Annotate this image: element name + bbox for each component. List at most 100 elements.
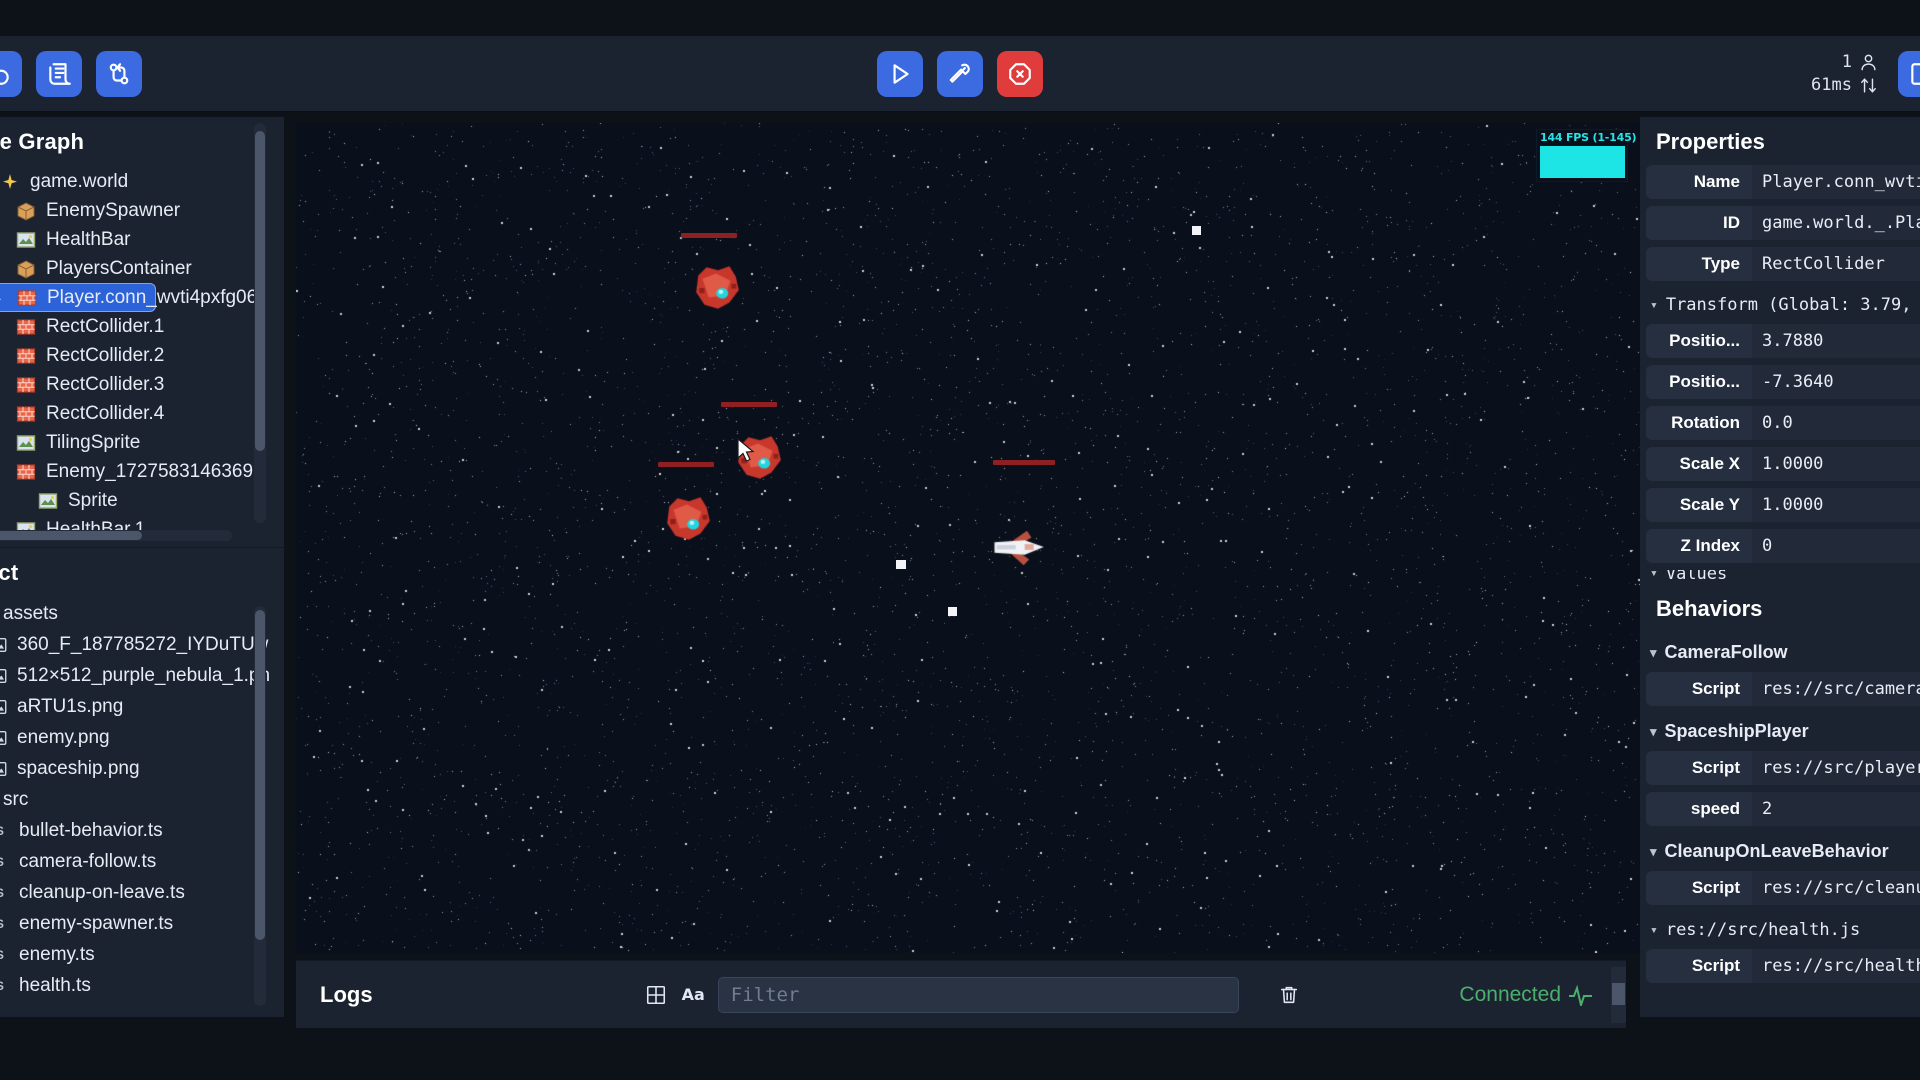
behavior-group-header[interactable]: ▾ SpaceshipPlayer: [1640, 713, 1920, 751]
scene-node[interactable]: RectCollider.3: [0, 370, 284, 399]
build-button[interactable]: [937, 50, 983, 97]
scene-node[interactable]: PlayersContainer: [0, 254, 284, 283]
property-value[interactable]: game.world._.Player..: [1752, 206, 1920, 240]
project-file[interactable]: spaceship.png: [0, 753, 284, 784]
property-value[interactable]: Player.conn_wvti4pxfg: [1752, 165, 1920, 199]
scene-graph-hscrollbar[interactable]: [0, 530, 232, 541]
clear-logs-icon[interactable]: [1276, 982, 1302, 1008]
expand-arrow-icon[interactable]: ›: [0, 290, 7, 306]
property-label: Scale Y: [1646, 488, 1752, 522]
project-item-label: enemy.ts: [19, 943, 95, 965]
player-health-bar: [993, 460, 1055, 465]
project-folder[interactable]: assets: [0, 598, 284, 629]
match-case-icon[interactable]: Aa: [682, 985, 705, 1004]
behavior-name: res://src/health.js: [1665, 920, 1861, 940]
scene-node[interactable]: RectCollider.2: [0, 341, 284, 370]
scene-node[interactable]: RectCollider.4: [0, 399, 284, 428]
stop-button[interactable]: [997, 50, 1043, 97]
branch-button[interactable]: [96, 50, 142, 97]
logs-filter-input[interactable]: [717, 976, 1239, 1013]
project-file[interactable]: TS enemy.ts: [0, 939, 284, 970]
project-file-list[interactable]: assets 360_F_187785272_IYDuTUw 512×512_pur…: [0, 598, 284, 998]
undo-button[interactable]: [0, 50, 22, 97]
property-value[interactable]: res://src/camera-fol: [1752, 672, 1920, 706]
values-section-header[interactable]: ▾ Values: [1640, 570, 1920, 584]
property-value[interactable]: 0.0: [1752, 406, 1920, 440]
property-value[interactable]: res://src/player.js: [1752, 751, 1920, 785]
project-file[interactable]: TS health.ts: [0, 970, 284, 998]
scene-node[interactable]: game.world: [0, 167, 284, 196]
toolbar-right-group: 1 61ms: [1811, 36, 1920, 112]
enemy-sprite[interactable]: [662, 492, 714, 544]
project-file[interactable]: TS cleanup-on-leave.ts: [0, 877, 284, 908]
fps-graph: [1540, 146, 1625, 178]
project-item-label: src: [3, 788, 29, 810]
right-panel: Properties NamePlayer.conn_wvti4pxfgIDga…: [1640, 117, 1920, 1017]
property-value[interactable]: res://src/health.js: [1752, 949, 1920, 983]
project-file[interactable]: enemy.png: [0, 722, 284, 753]
project-folder[interactable]: src: [0, 784, 284, 815]
project-file[interactable]: 360_F_187785272_IYDuTUw: [0, 629, 284, 660]
scene-node[interactable]: HealthBar: [0, 225, 284, 254]
scrollbar-thumb[interactable]: [255, 610, 265, 940]
scrollbar-thumb[interactable]: [255, 131, 265, 451]
enemy-sprite[interactable]: [691, 261, 743, 313]
scene-node[interactable]: TilingSprite: [0, 428, 284, 457]
transform-section-header[interactable]: ▾ Transform (Global: 3.79, -7.36: [1640, 288, 1920, 324]
editor-window: 1 61ms ne Graph game.world EnemySpawner He…: [0, 0, 1920, 1080]
behavior-group-header[interactable]: ▾ CleanupOnLeaveBehavior: [1640, 833, 1920, 871]
scene-node[interactable]: EnemySpawner: [0, 196, 284, 225]
property-value[interactable]: 3.7880: [1752, 324, 1920, 358]
scene-graph-vscrollbar[interactable]: [254, 123, 266, 523]
property-label: ID: [1646, 206, 1752, 240]
script-button[interactable]: [36, 50, 82, 97]
play-button[interactable]: [877, 50, 923, 97]
logs-scrollbar[interactable]: [1611, 967, 1626, 1023]
property-value[interactable]: 0: [1752, 529, 1920, 563]
transfer-icon: [1861, 78, 1876, 93]
scene-node[interactable]: RectCollider.1: [0, 312, 284, 341]
property-value[interactable]: 1.0000: [1752, 447, 1920, 481]
scene-graph-tree[interactable]: game.world EnemySpawner HealthBar PlayersCo…: [0, 167, 284, 567]
project-file[interactable]: aRTU1s.png: [0, 691, 284, 722]
behavior-group-header[interactable]: ▾ CameraFollow: [1640, 634, 1920, 672]
property-value[interactable]: RectCollider: [1752, 247, 1920, 281]
scene-node-label: TilingSprite: [46, 431, 141, 453]
image-icon: [16, 231, 36, 248]
scene-node[interactable]: Enemy_1727583146369: [0, 457, 284, 486]
property-value[interactable]: 2: [1752, 792, 1920, 826]
project-vscrollbar[interactable]: [254, 606, 266, 1006]
bullet: [1192, 226, 1201, 235]
behavior-rows: Scriptres://src/camera-fol: [1640, 672, 1920, 706]
panel-toggle-button[interactable]: [1898, 51, 1920, 97]
scene-node-selected[interactable]: › Player.conn_wvti4pxfg06: [0, 283, 257, 312]
scene-graph-title: ne Graph: [0, 129, 85, 154]
project-file[interactable]: TS camera-follow.ts: [0, 846, 284, 877]
scrollbar-thumb[interactable]: [1612, 983, 1625, 1005]
property-label: Rotation: [1646, 406, 1752, 440]
user-icon: [1861, 54, 1876, 71]
image-file-icon: [0, 761, 7, 776]
property-value[interactable]: 1.0000: [1752, 488, 1920, 522]
ts-file-icon: TS: [0, 948, 10, 962]
image-file-icon: [0, 730, 7, 745]
property-label: Script: [1646, 672, 1752, 706]
behavior-name: CleanupOnLeaveBehavior: [1664, 841, 1889, 861]
scene-node[interactable]: Sprite: [0, 486, 284, 515]
grid-view-icon[interactable]: [643, 982, 669, 1008]
property-value[interactable]: -7.3640: [1752, 365, 1920, 399]
game-viewport[interactable]: 144 FPS (1-145): [296, 123, 1640, 953]
values-header-label: Values: [1665, 570, 1728, 584]
player-ship-sprite[interactable]: [990, 523, 1046, 571]
behavior-group-header[interactable]: ▾ res://src/health.js: [1640, 912, 1920, 949]
project-file[interactable]: TS enemy-spawner.ts: [0, 908, 284, 939]
scrollbar-thumb[interactable]: [0, 531, 142, 540]
project-item-label: bullet-behavior.ts: [19, 819, 163, 841]
project-file[interactable]: TS bullet-behavior.ts: [0, 815, 284, 846]
project-file[interactable]: 512×512_purple_nebula_1.pn: [0, 660, 284, 691]
properties-title: Properties: [1656, 129, 1765, 154]
property-value[interactable]: res://src/cleanup-on: [1752, 871, 1920, 905]
project-item-label: cleanup-on-leave.ts: [19, 881, 185, 903]
property-label: Script: [1646, 949, 1752, 983]
behavior-rows: Scriptres://src/cleanup-on: [1640, 871, 1920, 905]
